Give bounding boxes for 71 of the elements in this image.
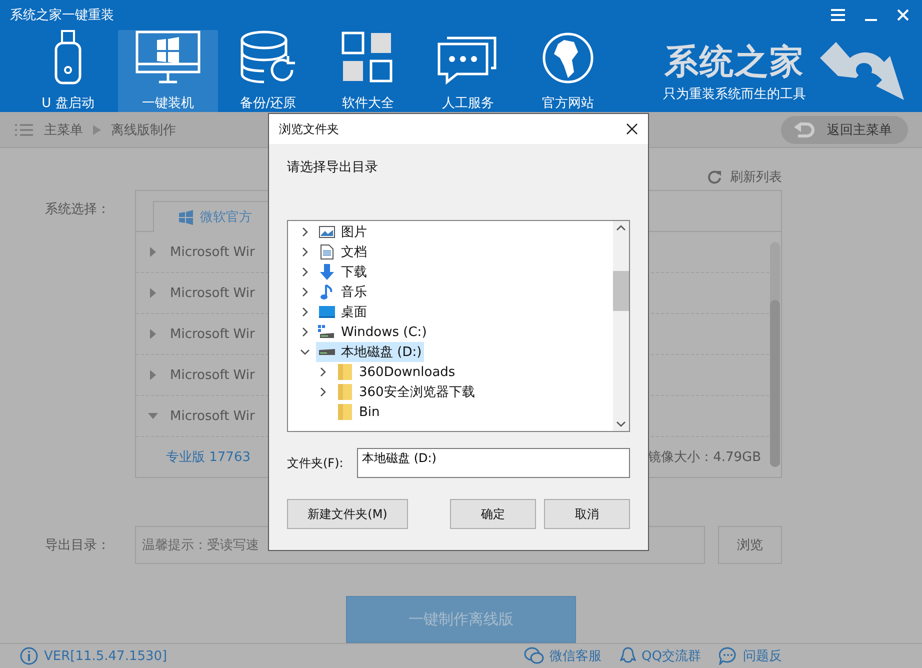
brand-slogan: 只为重装系统而生的工具 — [663, 86, 806, 103]
database-icon — [238, 30, 298, 86]
nav-tab[interactable]: 备份/还原 — [218, 30, 318, 112]
chevron-icon[interactable] — [300, 227, 310, 237]
tree-item[interactable]: Bin — [334, 402, 382, 422]
drive-icon — [318, 348, 336, 356]
cancel-button[interactable]: 取消 — [544, 499, 630, 529]
chevron-icon[interactable] — [318, 387, 328, 397]
drive-icon — [318, 325, 336, 339]
scroll-down-icon[interactable] — [616, 421, 626, 427]
document-icon — [318, 244, 336, 260]
chevron-icon[interactable] — [300, 267, 310, 277]
chevron-icon[interactable] — [318, 367, 328, 377]
folder-icon — [336, 384, 354, 400]
nav-tab[interactable]: 一键装机 — [118, 30, 218, 112]
export-label: 导出目录： — [44, 537, 111, 554]
globe-icon — [540, 30, 596, 86]
picture-icon — [318, 225, 336, 239]
nav-tab[interactable]: 官方网站 — [518, 30, 618, 112]
chevron-icon[interactable] — [300, 307, 310, 317]
menu-icon[interactable] — [830, 8, 846, 22]
breadcrumb-current: 离线版制作 — [111, 122, 176, 139]
tree-item[interactable]: 360安全浏览器下载 — [334, 382, 477, 402]
tree-item[interactable]: 文档 — [316, 242, 369, 262]
dialog-title: 浏览文件夹 — [279, 120, 339, 138]
scrollbar[interactable] — [770, 242, 780, 468]
folder-label: 文件夹(F): — [287, 454, 344, 472]
tree-item[interactable]: 下载 — [316, 262, 369, 282]
scroll-thumb[interactable] — [770, 300, 780, 468]
folder-name-field[interactable]: 本地磁盘 (D:) — [357, 448, 630, 478]
return-arrow-icon — [793, 120, 815, 139]
monitor-icon — [135, 30, 201, 86]
chevron-icon[interactable] — [300, 347, 310, 357]
folder-icon — [336, 404, 354, 420]
chevron-icon[interactable] — [300, 247, 310, 257]
info-icon — [20, 647, 38, 666]
image-size: 镜像大小：4.79GB — [648, 449, 761, 466]
tree-item[interactable]: 桌面 — [316, 302, 369, 322]
download-arrow-icon — [318, 264, 336, 280]
tree-item[interactable]: 本地磁盘 (D:) — [316, 342, 424, 362]
penguin-icon — [620, 647, 636, 666]
folder-icon — [336, 364, 354, 380]
scroll-up-icon[interactable] — [616, 225, 626, 231]
nav-tab[interactable]: 人工服务 — [418, 30, 518, 112]
refresh-icon — [708, 170, 722, 184]
comment-icon — [719, 647, 737, 666]
tree-item[interactable]: 音乐 — [316, 282, 369, 302]
dialog-prompt: 请选择导出目录 — [287, 159, 379, 176]
browse-button[interactable]: 浏览 — [718, 526, 782, 564]
breadcrumb-link[interactable]: 主菜单 — [44, 120, 83, 139]
desktop-icon — [318, 305, 336, 319]
back-button[interactable]: 返回主菜单 — [781, 116, 908, 144]
wechat-icon — [524, 647, 544, 666]
ok-button[interactable]: 确定 — [450, 499, 536, 529]
caret-icon — [93, 124, 101, 135]
brand-name: 系统之家 — [664, 41, 804, 84]
refresh-link[interactable]: 刷新列表 — [708, 164, 782, 190]
windows-logo-icon — [178, 210, 194, 225]
system-label: 系统选择： — [44, 201, 111, 218]
nav-tab[interactable]: U 盘启动 — [18, 30, 118, 112]
chevron-icon[interactable] — [300, 287, 310, 297]
nav-tab[interactable]: 软件大全 — [318, 30, 418, 112]
tree-item[interactable]: Windows (C:) — [316, 322, 429, 342]
tree-item[interactable]: 360Downloads — [334, 362, 458, 382]
scroll-thumb[interactable] — [613, 271, 629, 311]
chevron-icon[interactable] — [300, 327, 310, 337]
close-icon[interactable] — [626, 123, 638, 135]
window-title: 系统之家一键重装 — [10, 7, 114, 24]
list-icon — [14, 122, 34, 137]
scrollbar[interactable] — [613, 221, 629, 431]
new-folder-button[interactable]: 新建文件夹(M) — [287, 499, 408, 529]
